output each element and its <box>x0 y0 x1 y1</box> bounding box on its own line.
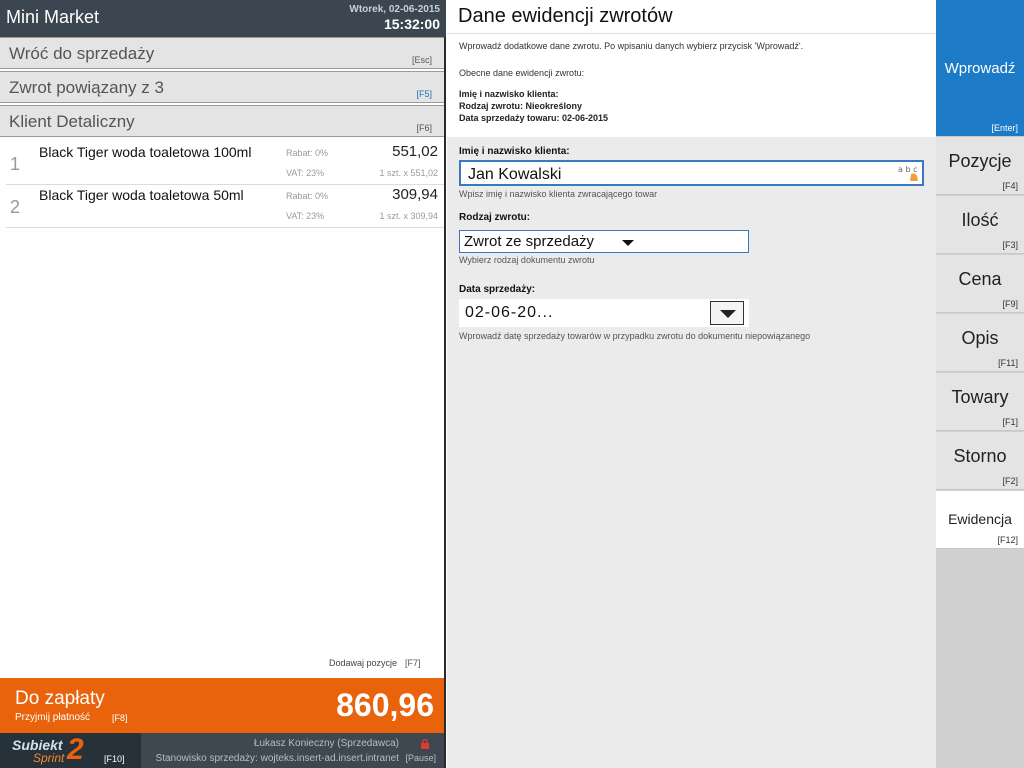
enter-label: Wprowadź <box>944 60 1016 77</box>
pause-key: [Pause] <box>405 753 436 763</box>
client-name-hint: Wpisz imię i nazwisko klienta zwracające… <box>459 189 658 199</box>
return-type-hint: Wybierz rodzaj dokumentu zwrotu <box>459 255 595 265</box>
receipt-items: 1 Black Tiger woda toaletowa 100ml Rabat… <box>6 142 444 228</box>
item-price: 551,02 <box>392 143 438 160</box>
records-key: [F12] <box>997 535 1018 545</box>
records-label: Ewidencja <box>948 511 1012 527</box>
divider <box>447 33 936 34</box>
client-label: Klient Detaliczny <box>9 112 135 131</box>
price-label: Cena <box>958 269 1002 289</box>
station-label: Stanowisko sprzedaży: wojteks.insert-ad.… <box>155 753 399 764</box>
add-position-link[interactable]: Dodawaj pozycje [F7] <box>329 658 421 668</box>
client-key: [F6] <box>416 123 432 133</box>
action-sidebar: Wprowadź [Enter] Pozycje [F4] Ilość [F3]… <box>936 0 1024 768</box>
storno-key: [F2] <box>1002 476 1018 486</box>
positions-button[interactable]: Pozycje [F4] <box>936 137 1024 195</box>
svg-text:a b c: a b c <box>898 165 917 174</box>
item-quantity: 1 szt. x 551,02 <box>379 168 438 178</box>
sale-date-input[interactable]: 02-06-20... <box>459 299 749 327</box>
positions-label: Pozycje <box>948 151 1012 171</box>
quantity-key: [F3] <box>1002 240 1018 250</box>
products-key: [F1] <box>1002 417 1018 427</box>
add-position-label: Dodawaj pozycje <box>329 658 398 668</box>
storno-label: Storno <box>953 446 1007 466</box>
payment-button[interactable]: Do zapłaty Przyjmij płatność [F8] 860,96 <box>0 678 444 733</box>
list-item[interactable]: 2 Black Tiger woda toaletowa 50ml Rabat:… <box>6 185 444 228</box>
logo-key: [F10] <box>104 754 125 764</box>
form-intro: Wprowadź dodatkowe dane zwrotu. Po wpisa… <box>459 41 804 51</box>
item-vat: VAT: 23% <box>286 211 325 221</box>
current-client-line: Imię i nazwisko klienta: <box>459 89 559 99</box>
date-label: Wtorek, 02-06-2015 <box>349 4 440 15</box>
return-form-panel: Dane ewidencji zwrotów Wprowadź dodatkow… <box>447 0 936 768</box>
time-label: 15:32:00 <box>383 16 440 32</box>
list-item[interactable]: 1 Black Tiger woda toaletowa 100ml Rabat… <box>6 142 444 185</box>
payment-total: 860,96 <box>336 687 434 723</box>
page-title: Dane ewidencji zwrotów <box>458 5 673 27</box>
item-index: 1 <box>10 154 21 174</box>
price-button[interactable]: Cena [F9] <box>936 255 1024 313</box>
quantity-label: Ilość <box>961 210 999 230</box>
status-footer: Subiekt Sprint 2 [F10] Łukasz Konieczny … <box>0 733 444 768</box>
sale-date-hint: Wprowadź datę sprzedaży towarów w przypa… <box>459 331 811 341</box>
back-to-sale-key: [Esc] <box>411 55 432 65</box>
date-picker-button[interactable] <box>710 301 744 325</box>
products-label: Towary <box>951 387 1009 407</box>
item-index: 2 <box>10 197 21 217</box>
description-button[interactable]: Opis [F11] <box>936 314 1024 372</box>
item-discount: Rabat: 0% <box>286 191 329 201</box>
client-name-input[interactable]: Jan Kowalski <box>459 160 924 186</box>
client-name-label: Imię i nazwisko klienta: <box>459 146 570 157</box>
top-bar: Mini Market Wtorek, 02-06-2015 15:32:00 <box>0 0 446 37</box>
payment-title: Do zapłaty <box>15 688 105 709</box>
back-to-sale-button[interactable]: Wróć do sprzedaży [Esc] <box>0 37 444 69</box>
products-button[interactable]: Towary [F1] <box>936 373 1024 431</box>
back-to-sale-label: Wróć do sprzedaży <box>9 44 155 63</box>
price-key: [F9] <box>1002 299 1018 309</box>
keyboard-icon[interactable]: a b c <box>897 163 921 183</box>
form-header: Dane ewidencji zwrotów Wprowadź dodatkow… <box>447 0 936 137</box>
payment-key: [F8] <box>112 713 128 723</box>
chevron-down-icon <box>622 240 634 246</box>
app-name: Mini Market <box>6 7 100 27</box>
item-vat: VAT: 23% <box>286 168 325 178</box>
current-data-heading: Obecne dane ewidencji zwrotu: <box>459 68 585 78</box>
enter-button[interactable]: Wprowadź [Enter] <box>936 0 1024 137</box>
description-label: Opis <box>961 328 999 348</box>
receipt-panel: Mini Market Wtorek, 02-06-2015 15:32:00 … <box>0 0 446 768</box>
item-name: Black Tiger woda toaletowa 100ml <box>39 144 252 160</box>
records-button[interactable]: Ewidencja [F12] <box>936 491 1024 549</box>
enter-key: [Enter] <box>991 123 1018 133</box>
item-discount: Rabat: 0% <box>286 148 329 158</box>
return-type-label: Rodzaj zwrotu: <box>459 212 531 223</box>
storno-button[interactable]: Storno [F2] <box>936 432 1024 490</box>
linked-return-button[interactable]: Zwrot powiązany z 3 [F5] <box>0 71 444 103</box>
linked-return-label: Zwrot powiązany z 3 <box>9 78 164 97</box>
item-price: 309,94 <box>392 186 438 203</box>
logo-number: 2 <box>67 733 84 766</box>
item-name: Black Tiger woda toaletowa 50ml <box>39 187 244 203</box>
return-type-value: Zwrot ze sprzedaży <box>464 233 595 250</box>
description-key: [F11] <box>998 358 1018 368</box>
lock-icon[interactable] <box>420 739 430 749</box>
item-quantity: 1 szt. x 309,94 <box>379 211 438 221</box>
client-button[interactable]: Klient Detaliczny [F6] <box>0 105 444 137</box>
current-type-line: Rodzaj zwrotu: Nieokreślony <box>459 101 583 111</box>
positions-key: [F4] <box>1002 181 1018 191</box>
payment-subtitle: Przyjmij płatność <box>15 712 91 723</box>
abc-keyboard-icon: a b c <box>898 165 918 181</box>
current-date-line: Data sprzedaży towaru: 02-06-2015 <box>459 113 609 123</box>
linked-return-key: [F5] <box>416 89 432 99</box>
app-logo[interactable]: Subiekt Sprint 2 [F10] <box>0 733 141 768</box>
sale-date-label: Data sprzedaży: <box>459 284 536 295</box>
return-type-select[interactable]: Zwrot ze sprzedaży <box>459 230 749 253</box>
user-label: Łukasz Konieczny (Sprzedawca) <box>253 738 399 749</box>
quantity-button[interactable]: Ilość [F3] <box>936 196 1024 254</box>
add-position-key: [F7] <box>405 658 421 668</box>
logo-subtext: Sprint <box>33 751 65 765</box>
chevron-down-icon <box>720 310 736 318</box>
